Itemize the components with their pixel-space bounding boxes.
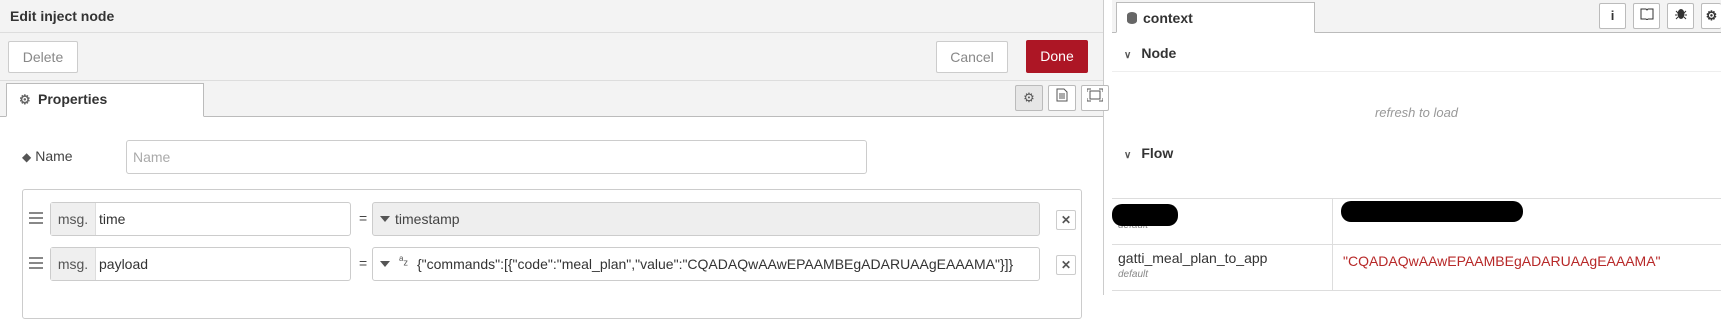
context-row: default [1112,199,1721,245]
tray-toolbar: Delete Cancel Done [0,33,1103,81]
database-icon [1127,12,1137,24]
remove-row-button[interactable]: ✕ [1056,255,1076,275]
property-name-value: time [99,211,126,227]
context-value[interactable]: "CQADAQwAAwEPAAMBEgADARUAAgEAAAMA" [1343,253,1661,269]
context-scope: default [1118,269,1149,280]
property-row: msg. payload = az {"commands":[{"code":"… [23,247,1081,281]
property-row: msg. time = timestamp ✕ [23,202,1081,236]
tray-tabs: ⚙ Properties ⚙ [0,81,1109,117]
property-type-value: timestamp [395,211,460,227]
caret-down-icon[interactable] [380,261,390,267]
caret-down-icon[interactable] [380,216,390,222]
msg-prefix[interactable]: msg. [51,248,96,280]
property-value-input[interactable]: timestamp [372,202,1040,236]
edit-tray: Edit inject node Delete Cancel Done ⚙ Pro… [0,0,1109,319]
node-section-body: refresh to load [1112,71,1721,132]
property-name-value: payload [99,256,149,272]
tab-context-label: context [1143,10,1193,26]
msg-prefix[interactable]: msg. [51,203,96,235]
drag-handle-icon[interactable] [29,257,43,272]
name-label-text: Name [35,148,73,164]
context-key-name: gatti_meal_plan_to_app [1118,250,1268,266]
flow-section-title: Flow [1141,145,1174,161]
gear-icon[interactable]: ⚙ [1701,3,1721,29]
refresh-to-load-link[interactable]: refresh to load [1112,105,1721,120]
remove-row-button[interactable]: ✕ [1056,210,1076,230]
property-name-input[interactable]: msg. time [50,202,351,236]
equals-sign: = [359,210,368,226]
node-section-title: Node [1141,45,1177,61]
description-icon[interactable] [1048,85,1076,111]
sidebar: context i ⚙ ∨ Node refresh to load ∨ Flow … [1112,0,1721,295]
property-name-input[interactable]: msg. payload [50,247,351,281]
name-input[interactable]: Name [126,140,867,174]
property-value-text: {"commands":[{"code":"meal_plan","value"… [417,256,1014,272]
chevron-down-icon: ∨ [1124,50,1132,61]
flow-section-header[interactable]: ∨ Flow [1112,136,1721,170]
property-list: msg. time = timestamp ✕ msg. payload = a… [22,189,1082,319]
tab-context[interactable]: context [1116,2,1315,33]
tab-properties-label: Properties [38,91,108,107]
equals-sign: = [359,255,368,271]
flow-context-list: default gatti_meal_plan_to_app default "… [1112,198,1721,295]
gear-icon: ⚙ [19,92,31,107]
name-label: ◆ Name [22,148,73,164]
done-button[interactable]: Done [1026,40,1088,73]
info-icon[interactable]: i [1599,3,1626,29]
redaction-bar [1341,201,1523,222]
delete-button[interactable]: Delete [8,41,78,73]
properties-gear-icon[interactable]: ⚙ [1015,85,1043,111]
appearance-icon[interactable] [1081,85,1109,111]
tray-title: Edit inject node [0,0,1103,33]
property-value-input[interactable]: az {"commands":[{"code":"meal_plan","val… [372,247,1040,281]
node-section-header[interactable]: ∨ Node [1112,36,1721,70]
context-row: gatti_meal_plan_to_app default "CQADAQwA… [1112,244,1721,291]
redaction-bar [1112,204,1178,226]
tray-body: ◆ Name Name msg. time = timestamp ✕ msg.… [0,117,1103,319]
tag-icon: ◆ [22,150,32,164]
cancel-button[interactable]: Cancel [936,41,1008,73]
drag-handle-icon[interactable] [29,212,43,227]
chevron-down-icon: ∨ [1124,150,1132,161]
tab-properties[interactable]: ⚙ Properties [6,83,204,117]
context-key: gatti_meal_plan_to_app default [1112,244,1333,290]
sidebar-tabs: context i ⚙ [1112,0,1721,33]
string-type-icon: az [399,254,408,268]
book-icon[interactable] [1633,3,1660,29]
bug-icon[interactable] [1667,3,1694,29]
